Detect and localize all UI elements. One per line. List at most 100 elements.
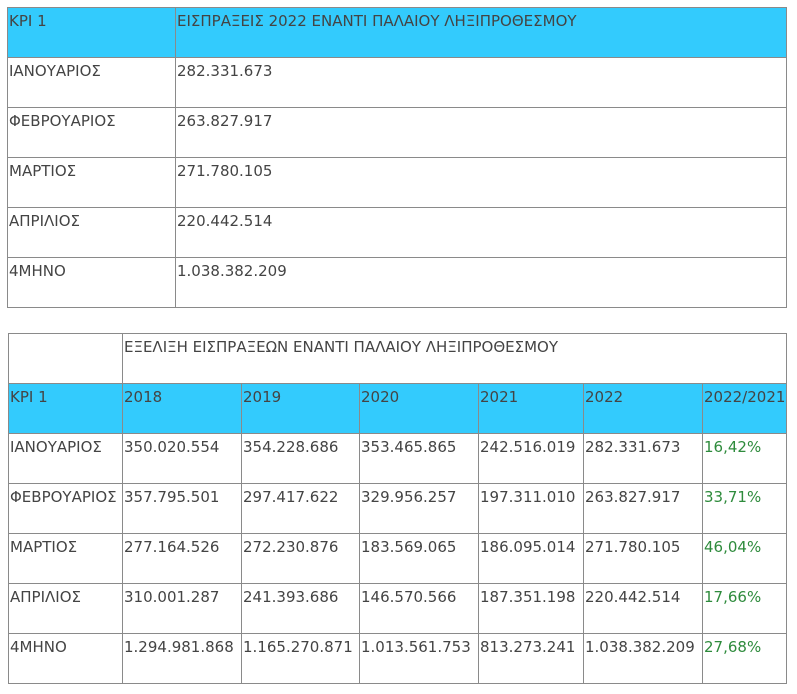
column-header-label: 2020: [361, 388, 400, 406]
value-text: 186.095.014: [480, 538, 576, 556]
value-text: 187.351.198: [480, 588, 576, 606]
table-row: ΦΕΒΡΟΥΑΡΙΟΣ 263.827.917: [7, 107, 787, 158]
month-label: 4ΜΗΝΟ: [10, 638, 67, 656]
month-cell: ΑΠΡΙΛΙΟΣ: [7, 207, 176, 258]
table-row: ΜΑΡΤΙΟΣ 271.780.105: [7, 157, 787, 208]
table-cell: 16,42%: [702, 433, 787, 484]
value-text: 220.442.514: [585, 588, 681, 606]
column-header: 2018: [122, 383, 242, 434]
month-label: 4ΜΗΝΟ: [9, 262, 66, 280]
table-cell: 220.442.514: [583, 583, 703, 634]
table-cell: 350.020.554: [122, 433, 242, 484]
table-row: ΙΑΝΟΥΑΡΙΟΣ 282.331.673: [7, 57, 787, 108]
column-header: 2020: [359, 383, 479, 434]
month-cell: ΙΑΝΟΥΑΡΙΟΣ: [7, 57, 176, 108]
month-cell: 4ΜΗΝΟ: [7, 257, 176, 308]
table-cell: 197.311.010: [478, 483, 584, 534]
value-text: 241.393.686: [243, 588, 339, 606]
value-text: 1.013.561.753: [361, 638, 471, 656]
title-row: ΕΞΕΛΙΞΗ ΕΙΣΠΡΑΞΕΩΝ ΕΝΑΝΤΙ ΠΑΛΑΙΟΥ ΛΗΞΙΠΡ…: [8, 333, 787, 384]
table-title: ΕΙΣΠΡΑΞΕΙΣ 2022 ΕΝΑΝΤΙ ΠΑΛΑΙΟΥ ΛΗΞΙΠΡΟΘΕ…: [177, 12, 577, 30]
table-header-row: ΚΡΙ 1 ΕΙΣΠΡΑΞΕΙΣ 2022 ΕΝΑΝΤΙ ΠΑΛΑΙΟΥ ΛΗΞ…: [7, 7, 787, 58]
value-text: 310.001.287: [124, 588, 220, 606]
table-header-row: ΚΡΙ 1 2018 2019 2020 2021 2022 2022/2021: [8, 383, 787, 434]
value-text: 242.516.019: [480, 438, 576, 456]
month-label: ΦΕΒΡΟΥΑΡΙΟΣ: [9, 112, 116, 130]
table-row: ΑΠΡΙΛΙΟΣ 310.001.287 241.393.686 146.570…: [8, 583, 787, 634]
table-row: 4ΜΗΝΟ 1.294.981.868 1.165.270.871 1.013.…: [8, 633, 787, 684]
value-text: 271.780.105: [177, 162, 273, 180]
table-cell: 357.795.501: [122, 483, 242, 534]
table-cell: ΦΕΒΡΟΥΑΡΙΟΣ: [8, 483, 123, 534]
table-cell: 146.570.566: [359, 583, 479, 634]
table-cell: 33,71%: [702, 483, 787, 534]
column-header: 2022/2021: [702, 383, 787, 434]
value-cell: 220.442.514: [175, 207, 787, 258]
receipts-2022-table: ΚΡΙ 1 ΕΙΣΠΡΑΞΕΙΣ 2022 ΕΝΑΝΤΙ ΠΑΛΑΙΟΥ ΛΗΞ…: [7, 7, 787, 308]
table-cell: 1.038.382.209: [583, 633, 703, 684]
month-label: ΑΠΡΙΛΙΟΣ: [10, 588, 81, 606]
value-text: 354.228.686: [243, 438, 339, 456]
percent-change: 16,42%: [704, 438, 762, 456]
value-text: 813.273.241: [480, 638, 576, 656]
value-text: 282.331.673: [177, 62, 273, 80]
column-header: 2021: [478, 383, 584, 434]
column-header-label: 2022/2021: [704, 388, 786, 406]
percent-change: 46,04%: [704, 538, 762, 556]
table-cell: 282.331.673: [583, 433, 703, 484]
header-cell: ΚΡΙ 1: [7, 7, 176, 58]
table-cell: 17,66%: [702, 583, 787, 634]
table-cell: ΜΑΡΤΙΟΣ: [8, 533, 123, 584]
title-cell: ΕΞΕΛΙΞΗ ΕΙΣΠΡΑΞΕΩΝ ΕΝΑΝΤΙ ΠΑΛΑΙΟΥ ΛΗΞΙΠΡ…: [122, 333, 787, 384]
table-title: ΕΞΕΛΙΞΗ ΕΙΣΠΡΑΞΕΩΝ ΕΝΑΝΤΙ ΠΑΛΑΙΟΥ ΛΗΞΙΠΡ…: [124, 338, 559, 356]
table-cell: 329.956.257: [359, 483, 479, 534]
month-label: ΙΑΝΟΥΑΡΙΟΣ: [9, 62, 101, 80]
value-text: 272.230.876: [243, 538, 339, 556]
table-cell: 186.095.014: [478, 533, 584, 584]
column-header: 2019: [241, 383, 360, 434]
value-text: 1.038.382.209: [177, 262, 287, 280]
value-text: 1.294.981.868: [124, 638, 234, 656]
table-cell: 271.780.105: [583, 533, 703, 584]
value-cell: 271.780.105: [175, 157, 787, 208]
table-cell: 813.273.241: [478, 633, 584, 684]
column-header: 2022: [583, 383, 703, 434]
table-row: ΑΠΡΙΛΙΟΣ 220.442.514: [7, 207, 787, 258]
month-label: ΙΑΝΟΥΑΡΙΟΣ: [10, 438, 102, 456]
table-cell: 1.013.561.753: [359, 633, 479, 684]
table-cell: 27,68%: [702, 633, 787, 684]
month-label: ΑΠΡΙΛΙΟΣ: [9, 212, 80, 230]
value-text: 350.020.554: [124, 438, 220, 456]
month-cell: ΦΕΒΡΟΥΑΡΙΟΣ: [7, 107, 176, 158]
table-cell: 297.417.622: [241, 483, 360, 534]
table-cell: 353.465.865: [359, 433, 479, 484]
table-cell: 272.230.876: [241, 533, 360, 584]
value-text: 297.417.622: [243, 488, 339, 506]
column-header-label: 2019: [243, 388, 282, 406]
table-row: ΜΑΡΤΙΟΣ 277.164.526 272.230.876 183.569.…: [8, 533, 787, 584]
empty-cell: [8, 333, 123, 384]
value-text: 263.827.917: [177, 112, 273, 130]
header-cell: ΕΙΣΠΡΑΞΕΙΣ 2022 ΕΝΑΝΤΙ ΠΑΛΑΙΟΥ ΛΗΞΙΠΡΟΘΕ…: [175, 7, 787, 58]
month-label: ΜΑΡΤΙΟΣ: [9, 162, 77, 180]
value-text: 282.331.673: [585, 438, 681, 456]
month-label: ΦΕΒΡΟΥΑΡΙΟΣ: [10, 488, 117, 506]
table-cell: 263.827.917: [583, 483, 703, 534]
table-cell: 1.294.981.868: [122, 633, 242, 684]
value-text: 183.569.065: [361, 538, 457, 556]
value-text: 271.780.105: [585, 538, 681, 556]
receipts-evolution-table: ΕΞΕΛΙΞΗ ΕΙΣΠΡΑΞΕΩΝ ΕΝΑΝΤΙ ΠΑΛΑΙΟΥ ΛΗΞΙΠΡ…: [8, 333, 787, 684]
table-row: ΙΑΝΟΥΑΡΙΟΣ 350.020.554 354.228.686 353.4…: [8, 433, 787, 484]
column-header: ΚΡΙ 1: [8, 383, 123, 434]
table-cell: ΙΑΝΟΥΑΡΙΟΣ: [8, 433, 123, 484]
table-cell: 187.351.198: [478, 583, 584, 634]
column-header-label: 2021: [480, 388, 519, 406]
header-label: ΚΡΙ 1: [9, 12, 47, 30]
value-text: 1.038.382.209: [585, 638, 695, 656]
table-cell: 4ΜΗΝΟ: [8, 633, 123, 684]
percent-change: 27,68%: [704, 638, 762, 656]
value-cell: 1.038.382.209: [175, 257, 787, 308]
table-cell: 241.393.686: [241, 583, 360, 634]
value-text: 329.956.257: [361, 488, 457, 506]
table-cell: 183.569.065: [359, 533, 479, 584]
